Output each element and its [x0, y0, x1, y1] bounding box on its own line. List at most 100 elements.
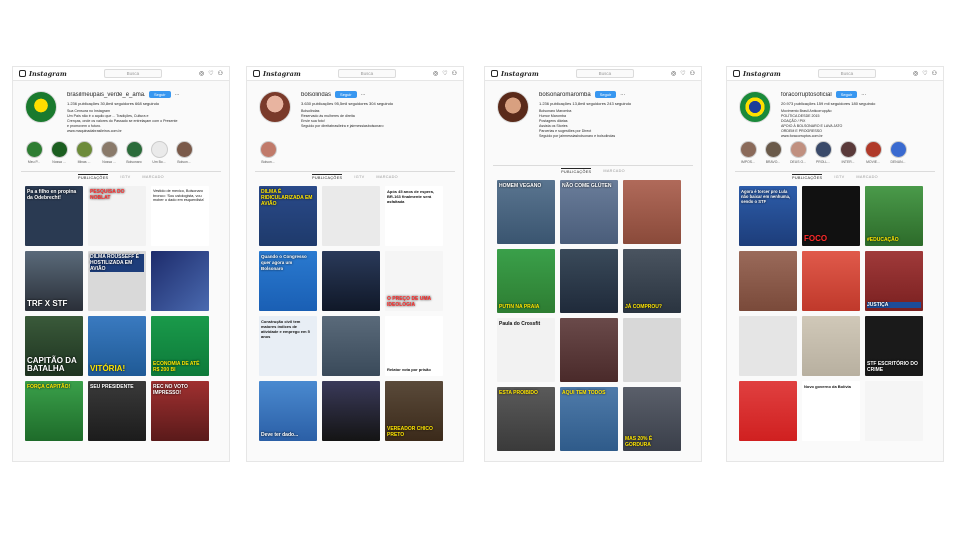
highlight[interactable]: DENUN...: [889, 141, 907, 164]
post-tile[interactable]: Novo governo da Bolívia: [802, 381, 860, 441]
post-tile[interactable]: [322, 251, 380, 311]
highlight[interactable]: Bolson...: [259, 141, 277, 164]
highlight[interactable]: IMPOS...: [739, 141, 757, 164]
tab-igtv[interactable]: IGTV: [120, 175, 130, 179]
post-tile[interactable]: REC NO VOTO IMPRESSO!: [151, 381, 209, 441]
post-tile[interactable]: [322, 186, 380, 246]
instagram-icon[interactable]: [491, 70, 498, 77]
post-tile[interactable]: Quando o Congresso quer agora um Bolsona…: [259, 251, 317, 311]
instagram-icon[interactable]: [253, 70, 260, 77]
follow-button[interactable]: Seguir: [335, 91, 357, 98]
highlight[interactable]: Meu P...: [25, 141, 43, 164]
post-tile[interactable]: Deve ter dado...: [259, 381, 317, 441]
follow-button[interactable]: Seguir: [594, 91, 617, 98]
tab-marcado[interactable]: MARCADO: [142, 175, 164, 179]
post-tile[interactable]: [623, 318, 681, 382]
post-tile[interactable]: HOMEM VEGANO: [497, 180, 555, 244]
post-tile[interactable]: [865, 381, 923, 441]
post-tile[interactable]: [739, 251, 797, 311]
post-tile[interactable]: [322, 381, 380, 441]
more-options-icon[interactable]: ···: [620, 92, 625, 98]
tab-marcado[interactable]: MARCADO: [856, 175, 878, 179]
post-tile[interactable]: FORÇA CAPITÃO!: [25, 381, 83, 441]
avatar[interactable]: [497, 91, 529, 123]
highlight[interactable]: Um Bo...: [150, 141, 168, 164]
post-tile[interactable]: ESTA PROIBIDO: [497, 387, 555, 451]
post-tile[interactable]: [560, 249, 618, 313]
instagram-icon[interactable]: [19, 70, 26, 77]
app-logo[interactable]: Instagram: [743, 70, 781, 78]
search-input[interactable]: Busca: [817, 69, 876, 78]
post-tile[interactable]: Construção civil tem maiores índices de …: [259, 316, 317, 376]
app-logo[interactable]: Instagram: [29, 70, 67, 78]
highlight[interactable]: DEUS O...: [789, 141, 807, 164]
post-tile[interactable]: Vestido de mexico, Bolsonaro bronco: 'So…: [151, 186, 209, 246]
post-tile[interactable]: ECONOMIA DE ATÉ R$ 200 BI: [151, 316, 209, 376]
post-tile[interactable]: Paula do Crossfit: [497, 318, 555, 382]
explore-icon[interactable]: ◎: [671, 70, 676, 77]
tab-publicacoes[interactable]: PUBLICAÇÕES: [792, 173, 823, 180]
post-tile[interactable]: Pa a filho en propina da Odebrecht!: [25, 186, 83, 246]
post-tile[interactable]: Relator vota por prisão: [385, 316, 443, 376]
tab-igtv[interactable]: IGTV: [354, 175, 364, 179]
post-tile[interactable]: STF ESCRITÓRIO DO CRIME: [865, 316, 923, 376]
post-tile[interactable]: [739, 316, 797, 376]
explore-icon[interactable]: ◎: [913, 70, 918, 77]
post-tile[interactable]: O PREÇO DE UMA IDEOLOGIA: [385, 251, 443, 311]
post-tile[interactable]: [802, 251, 860, 311]
post-tile[interactable]: #EDUCAÇÃO: [865, 186, 923, 246]
search-input[interactable]: Busca: [103, 69, 162, 78]
post-tile[interactable]: VEREADOR CHICO PRETO: [385, 381, 443, 441]
heart-icon[interactable]: ♡: [680, 70, 685, 77]
profile-icon[interactable]: ⚇: [218, 70, 223, 77]
highlight[interactable]: Minas ...: [75, 141, 93, 164]
avatar[interactable]: [25, 91, 57, 123]
heart-icon[interactable]: ♡: [208, 70, 213, 77]
post-tile[interactable]: MAS 20% É GORDURA: [623, 387, 681, 451]
post-tile[interactable]: PUTIN NA PRAIA: [497, 249, 555, 313]
tab-marcado[interactable]: MARCADO: [376, 175, 398, 179]
post-tile[interactable]: DILMA É RIDICULARIZADA EM AVIÃO: [259, 186, 317, 246]
follow-button[interactable]: Seguir: [149, 91, 171, 98]
more-options-icon[interactable]: ···: [861, 92, 866, 98]
post-tile[interactable]: DILMA ROUSSEFF É HOSTILIZADA EM AVIÃO: [88, 251, 146, 311]
highlight[interactable]: INTER...: [839, 141, 857, 164]
post-tile[interactable]: PESQUISA DO NOBLAT: [88, 186, 146, 246]
post-tile[interactable]: [560, 318, 618, 382]
profile-icon[interactable]: ⚇: [690, 70, 695, 77]
explore-icon[interactable]: ◎: [433, 70, 438, 77]
post-tile[interactable]: NÃO COME GLÚTEN: [560, 180, 618, 244]
follow-button[interactable]: Seguir: [835, 91, 858, 98]
post-tile[interactable]: [802, 316, 860, 376]
post-tile[interactable]: Após 45 anos de espera, BR-163 finalment…: [385, 186, 443, 246]
search-input[interactable]: Busca: [575, 69, 634, 78]
heart-icon[interactable]: ♡: [442, 70, 447, 77]
more-options-icon[interactable]: ···: [175, 92, 180, 98]
tab-marcado[interactable]: MARCADO: [603, 169, 625, 173]
highlight[interactable]: Nossa ...: [100, 141, 118, 164]
highlight[interactable]: Bolsonaro: [125, 141, 143, 164]
highlight[interactable]: Bolson...: [175, 141, 193, 164]
more-options-icon[interactable]: ···: [361, 92, 366, 98]
post-tile[interactable]: SEU PRESIDENTE: [88, 381, 146, 441]
app-logo[interactable]: Instagram: [263, 70, 301, 78]
highlight[interactable]: PROLL...: [814, 141, 832, 164]
highlight[interactable]: Nossa ...: [50, 141, 68, 164]
profile-icon[interactable]: ⚇: [452, 70, 457, 77]
tab-igtv[interactable]: IGTV: [834, 175, 844, 179]
profile-icon[interactable]: ⚇: [932, 70, 937, 77]
instagram-icon[interactable]: [733, 70, 740, 77]
highlight[interactable]: MOVIE...: [864, 141, 882, 164]
tab-publicacoes[interactable]: PUBLICAÇÕES: [561, 167, 592, 174]
post-tile[interactable]: TRF X STF: [25, 251, 83, 311]
post-tile[interactable]: VITÓRIA!: [88, 316, 146, 376]
post-tile[interactable]: CAPITÃO DA BATALHA: [25, 316, 83, 376]
highlight[interactable]: BRAVO...: [764, 141, 782, 164]
post-tile[interactable]: JÁ COMPROU?: [623, 249, 681, 313]
tab-publicacoes[interactable]: PUBLICAÇÕES: [312, 173, 343, 180]
avatar[interactable]: [259, 91, 291, 123]
heart-icon[interactable]: ♡: [922, 70, 927, 77]
avatar[interactable]: [739, 91, 771, 123]
tab-publicacoes[interactable]: PUBLICAÇÕES: [78, 173, 109, 180]
explore-icon[interactable]: ◎: [199, 70, 204, 77]
